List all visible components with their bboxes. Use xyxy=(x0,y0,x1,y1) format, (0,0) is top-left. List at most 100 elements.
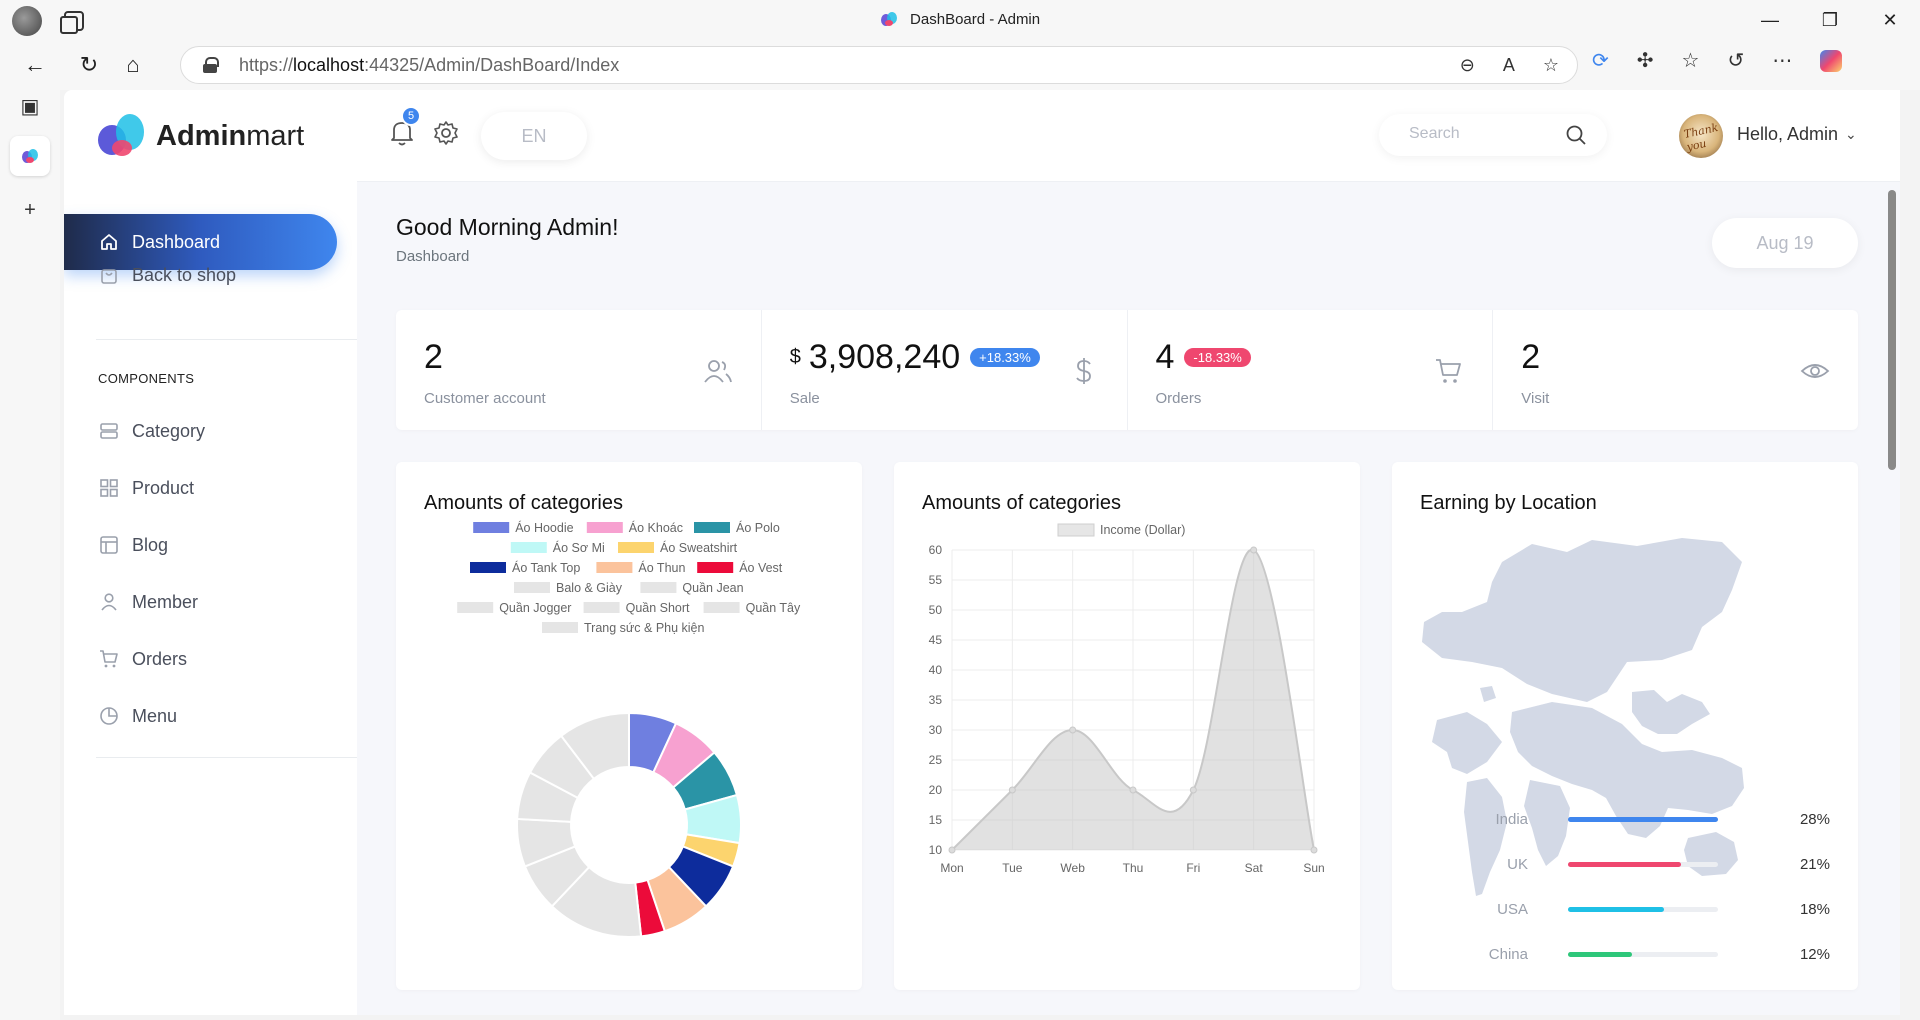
legend-item[interactable]: Quần Short xyxy=(583,601,690,615)
minimize-button[interactable]: — xyxy=(1740,0,1800,40)
extensions-puzzle-icon[interactable]: ✣ xyxy=(1637,48,1654,73)
stat-change-badge: -18.33% xyxy=(1184,348,1251,367)
extension-sync-icon[interactable]: ⟳ xyxy=(1592,48,1609,73)
location-name: China xyxy=(1488,946,1528,963)
y-tick-label: 35 xyxy=(929,693,943,707)
legend-item[interactable]: Áo Khoác xyxy=(586,520,683,535)
legend-swatch xyxy=(703,602,740,613)
legend-item[interactable]: Quần Jean xyxy=(640,581,744,595)
favorite-star-icon[interactable]: ☆ xyxy=(1543,55,1559,76)
sidebar-item-orders[interactable]: Orders xyxy=(64,634,337,684)
legend-item[interactable]: Áo Sweatshirt xyxy=(618,540,738,555)
legend-item[interactable]: Áo Thun xyxy=(596,560,685,575)
history-icon[interactable]: ↺ xyxy=(1727,48,1744,73)
data-point[interactable] xyxy=(1250,546,1258,554)
sidebar-item-category[interactable]: Category xyxy=(64,406,337,456)
legend-item[interactable]: Áo Tank Top xyxy=(470,560,580,575)
admin-app: Adminmart Dashboard Back to shop COMPONE… xyxy=(64,90,1900,1015)
legend-item[interactable]: Trang sức & Phụ kiện xyxy=(542,621,705,635)
brand-logo[interactable]: Adminmart xyxy=(96,112,304,160)
sidebar-item-member[interactable]: Member xyxy=(64,577,337,627)
legend-swatch xyxy=(618,542,654,553)
stat-value: 2 xyxy=(1521,338,1541,376)
layout-icon xyxy=(98,534,120,556)
legend-item[interactable]: Income (Dollar) xyxy=(1057,523,1185,537)
copilot-icon[interactable] xyxy=(1820,49,1843,72)
stat-value: 4 xyxy=(1155,338,1175,376)
zoom-out-icon[interactable]: ⊖ xyxy=(1460,55,1475,76)
search-icon[interactable] xyxy=(1565,124,1587,146)
location-name: USA xyxy=(1497,901,1528,918)
legend-swatch xyxy=(586,522,623,533)
legend-label: Quần Jogger xyxy=(499,601,571,615)
user-icon xyxy=(98,591,120,613)
new-tab-plus-icon[interactable]: + xyxy=(10,190,50,230)
location-bar-fill xyxy=(1568,907,1665,912)
user-greeting[interactable]: Hello, Admin xyxy=(1737,124,1838,145)
search-input[interactable] xyxy=(1409,125,1559,143)
reload-icon[interactable]: ↻ xyxy=(74,50,104,80)
legend-swatch xyxy=(697,562,734,573)
legend-item[interactable]: Áo Sơ Mi xyxy=(510,540,605,555)
stat-value: 3,908,240 xyxy=(808,338,961,376)
breadcrumb[interactable]: Dashboard xyxy=(396,248,469,265)
legend-swatch xyxy=(473,522,510,533)
sidebar-item-product[interactable]: Product xyxy=(64,463,337,513)
more-options-icon[interactable]: ⋯ xyxy=(1772,48,1792,73)
y-tick-label: 55 xyxy=(929,573,943,587)
page-scrollbar[interactable] xyxy=(1886,190,1896,570)
topbar: 5 EN Thank you Hello, Admin ⌄ xyxy=(357,90,1900,182)
scrollbar-thumb[interactable] xyxy=(1888,190,1896,470)
browser-vertical-tabs: ▣ + xyxy=(0,90,60,1020)
date-pill[interactable]: Aug 19 xyxy=(1712,218,1858,268)
sidebar-item-back-to-shop[interactable]: Back to shop xyxy=(64,250,337,300)
favorites-icon[interactable]: ☆ xyxy=(1682,48,1700,73)
address-bar[interactable]: https://localhost:44325/Admin/DashBoard/… xyxy=(180,46,1578,84)
data-point[interactable] xyxy=(1069,726,1077,734)
maximize-button[interactable]: ❐ xyxy=(1800,0,1860,40)
language-button[interactable]: EN xyxy=(481,112,587,160)
y-tick-label: 20 xyxy=(929,783,943,797)
legend-item[interactable]: Balo & Giày xyxy=(514,581,623,595)
back-arrow-icon[interactable]: ← xyxy=(20,50,50,80)
sidebar-item-label: Menu xyxy=(132,705,178,726)
data-point[interactable] xyxy=(948,846,956,854)
legend-label: Áo Thun xyxy=(638,560,685,575)
legend-item[interactable]: Quần Tây xyxy=(703,601,801,615)
card-doughnut-chart: Amounts of categories Áo Hoodie Áo Khoác Á… xyxy=(396,462,862,990)
legend-item[interactable]: Quần Jogger xyxy=(457,601,571,615)
card-earning-location: Earning by Location India 28% UK 21% USA 18% C… xyxy=(1392,462,1858,990)
location-percent: 18% xyxy=(1799,901,1830,918)
window-title: DashBoard - Admin xyxy=(0,11,1920,28)
tab-actions-icon[interactable]: ▣ xyxy=(10,86,50,126)
close-button[interactable]: ✕ xyxy=(1860,0,1920,40)
active-tab-logo-icon[interactable] xyxy=(10,136,50,176)
legend-item[interactable]: Áo Hoodie xyxy=(473,520,574,535)
data-point[interactable] xyxy=(1129,786,1137,794)
gear-icon[interactable] xyxy=(433,120,459,146)
sidebar-item-label: Category xyxy=(132,420,206,441)
y-tick-label: 40 xyxy=(929,663,943,677)
legend-item[interactable]: Áo Polo xyxy=(694,520,780,535)
pie-icon xyxy=(98,705,120,727)
user-avatar[interactable]: Thank you xyxy=(1679,114,1723,158)
eye-icon xyxy=(1800,364,1830,378)
stat-orders: 4 -18.33% Orders xyxy=(1128,310,1494,430)
location-percent: 21% xyxy=(1799,856,1830,873)
sidebar-item-label: Member xyxy=(132,591,199,612)
data-point[interactable] xyxy=(1008,786,1016,794)
legend-item[interactable]: Áo Vest xyxy=(697,560,783,575)
data-point[interactable] xyxy=(1310,846,1318,854)
users-icon xyxy=(704,360,732,383)
legend-swatch xyxy=(457,602,494,613)
lock-icon[interactable] xyxy=(203,57,219,73)
data-point[interactable] xyxy=(1189,786,1197,794)
read-aloud-icon[interactable]: A xyxy=(1503,55,1515,76)
url-text[interactable]: https://localhost:44325/Admin/DashBoard/… xyxy=(239,55,619,76)
home-icon[interactable]: ⌂ xyxy=(118,50,148,80)
stat-label: Visit xyxy=(1521,390,1550,407)
search-box xyxy=(1379,114,1607,156)
sidebar-item-blog[interactable]: Blog xyxy=(64,520,337,570)
sidebar-item-menu[interactable]: Menu xyxy=(64,691,337,741)
chevron-down-icon[interactable]: ⌄ xyxy=(1845,126,1857,143)
